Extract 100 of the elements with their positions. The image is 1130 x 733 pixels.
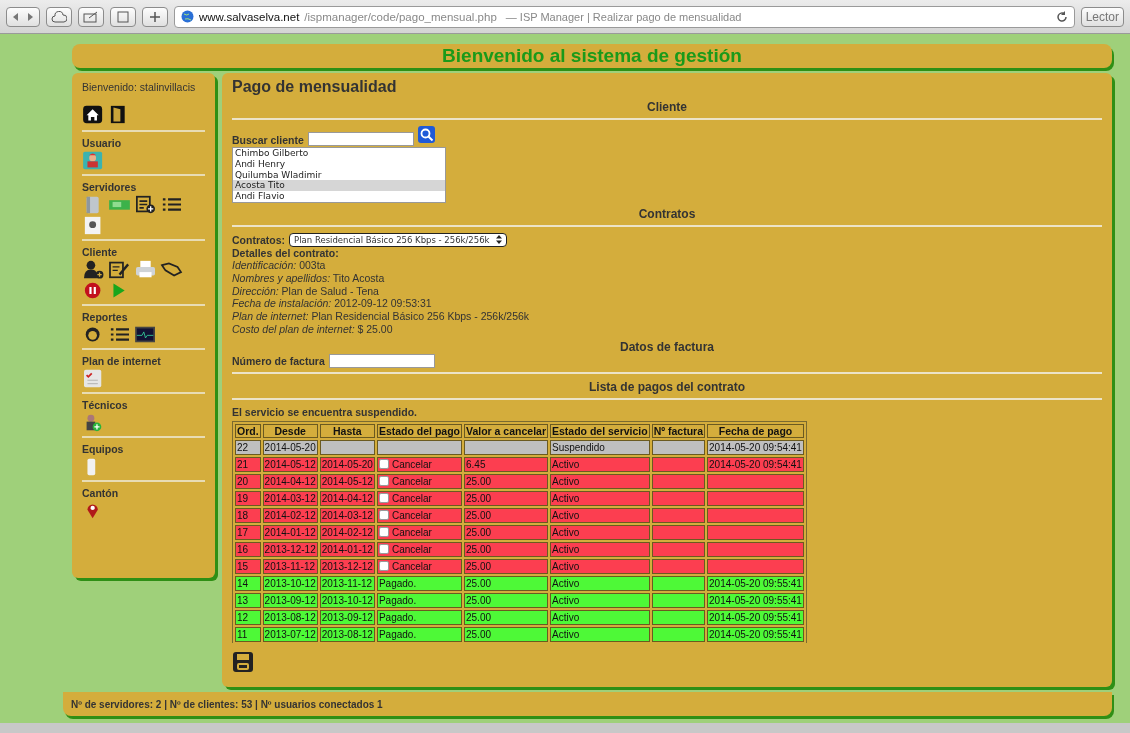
- table-cell: 25.00: [464, 490, 548, 506]
- table-cell: 25.00: [464, 609, 548, 625]
- search-icon[interactable]: [417, 126, 435, 143]
- checkbox[interactable]: [378, 543, 389, 554]
- column-header: Fecha de pago: [707, 423, 804, 438]
- table-cell: 2014-05-20 09:54:41: [707, 439, 804, 455]
- home-icon[interactable]: [82, 105, 105, 124]
- table-cell: 2013-08-12: [262, 609, 318, 625]
- user-add-icon[interactable]: [82, 260, 105, 279]
- search-field[interactable]: [307, 132, 414, 146]
- table-cell: 12: [235, 609, 261, 625]
- table-cell: 2014-05-20 09:54:41: [707, 456, 804, 472]
- table-cell: Cancelar: [376, 490, 462, 506]
- table-cell: 14: [235, 575, 261, 591]
- table-cell: 25.00: [464, 592, 548, 608]
- table-cell: 2014-01-12: [262, 524, 318, 540]
- page-title: — ISP Manager | Realizar pago de mensualidad: [505, 10, 743, 23]
- table-cell: 19: [235, 490, 261, 506]
- globe-icon: [181, 10, 194, 23]
- table-cell: 22: [235, 439, 261, 455]
- contract-select[interactable]: Plan Residencial Básico 256 Kbps - 256k/256k: [289, 233, 507, 247]
- table-cell: 25.00: [464, 524, 548, 540]
- section-heading: Cliente: [646, 100, 688, 114]
- checkbox[interactable]: [378, 492, 389, 503]
- new-tab-button[interactable]: [142, 6, 168, 27]
- share-icon: [83, 10, 99, 23]
- table-cell: 11: [235, 626, 261, 642]
- bookmarks-button[interactable]: [110, 6, 136, 27]
- detail-line: Identificación: 003ta: [232, 259, 327, 272]
- section-title: Servidores: [82, 181, 138, 193]
- table-cell: [651, 439, 706, 455]
- table-cell: [651, 575, 706, 591]
- reload-icon[interactable]: [1055, 10, 1068, 23]
- invoice-field[interactable]: [328, 353, 435, 368]
- back-forward-icon: [11, 11, 35, 22]
- table-cell: 2013-11-12: [262, 558, 318, 574]
- table-cell: 6.45: [464, 456, 548, 472]
- checkbox[interactable]: [378, 560, 389, 571]
- table-cell: Cancelar: [376, 541, 462, 557]
- table-cell: [651, 507, 706, 523]
- column-header: Estado del pago: [376, 423, 462, 438]
- client-list[interactable]: Chimbo Gilberto Andi Henry Quilumba Wladimir Acosta Tito Andi Flavio: [232, 147, 446, 203]
- table-cell: [651, 592, 706, 608]
- table-cell: [651, 473, 706, 489]
- table-cell: 2014-03-12: [319, 507, 375, 523]
- table-cell: 25.00: [464, 473, 548, 489]
- table-cell: 2013-10-12: [319, 592, 375, 608]
- table-cell: 2014-02-12: [262, 507, 318, 523]
- table-cell: 2013-08-12: [319, 626, 375, 642]
- checkbox[interactable]: [378, 526, 389, 537]
- table-cell: Activo: [550, 575, 650, 591]
- cloud-button[interactable]: [46, 6, 72, 27]
- list-icon[interactable]: [108, 325, 131, 344]
- table-cell: 2014-01-12: [319, 541, 375, 557]
- table-cell: Activo: [550, 473, 650, 489]
- table-cell: [651, 524, 706, 540]
- url-host: www.salvaselva.net: [199, 10, 300, 23]
- table-cell: 2014-05-20 09:55:41: [707, 609, 804, 625]
- invoice-label: Número de factura: [232, 354, 325, 367]
- table-cell: Suspendido: [550, 439, 650, 455]
- save-icon[interactable]: [232, 650, 254, 673]
- list-icon[interactable]: [160, 195, 183, 214]
- activity-monitor-icon[interactable]: [134, 325, 157, 344]
- service-notice: El servicio se encuentra suspendido.: [232, 405, 418, 418]
- details-heading: Detalles del contrato:: [232, 247, 340, 259]
- table-cell: Cancelar: [376, 507, 462, 523]
- bookmarks-icon: [116, 10, 130, 23]
- table-cell: [651, 609, 706, 625]
- column-header: Estado del servicio: [550, 423, 650, 438]
- table-cell: 25.00: [464, 558, 548, 574]
- detail-line: Costo del plan de internet: $ 25.00: [232, 322, 394, 336]
- table-cell: 2014-05-20 09:55:41: [707, 575, 804, 591]
- table-cell: 25.00: [464, 507, 548, 523]
- section-title: Cliente: [82, 246, 118, 258]
- worker-icon[interactable]: [82, 151, 105, 170]
- table-cell: 25.00: [464, 575, 548, 591]
- list-add-icon[interactable]: [134, 195, 157, 214]
- reader-button[interactable]: Lector: [1080, 6, 1124, 27]
- address-bar[interactable]: www.salvaselva.net /ispmanager/code/pago_mensual.php — ISP Manager | Realizar pago de mensualidad: [174, 5, 1075, 28]
- table-cell: 2014-05-20: [262, 439, 318, 455]
- detail-line: Fecha de instalación: 2012-09-12 09:53:31: [232, 297, 433, 311]
- table-cell: Activo: [550, 558, 650, 574]
- table-cell: Activo: [550, 490, 650, 506]
- back-forward-button[interactable]: [6, 6, 40, 27]
- share-button[interactable]: [78, 6, 104, 27]
- client-item[interactable]: Acosta Tito: [233, 180, 445, 192]
- table-cell: [651, 558, 706, 574]
- checkbox[interactable]: [378, 458, 389, 469]
- checkbox[interactable]: [378, 509, 389, 520]
- cloud-icon: [51, 10, 67, 23]
- checkbox[interactable]: [378, 475, 389, 486]
- table-cell: 2013-09-12: [262, 592, 318, 608]
- section-title: Cantón: [82, 487, 120, 499]
- table-cell: Pagado.: [376, 626, 462, 642]
- table-cell: 2013-12-12: [319, 558, 375, 574]
- section-title: Técnicos: [82, 399, 129, 411]
- table-cell: 2014-05-12: [262, 456, 318, 472]
- table-cell: Activo: [550, 456, 650, 472]
- edit-icon[interactable]: [108, 260, 131, 279]
- table-cell: Pagado.: [376, 592, 462, 608]
